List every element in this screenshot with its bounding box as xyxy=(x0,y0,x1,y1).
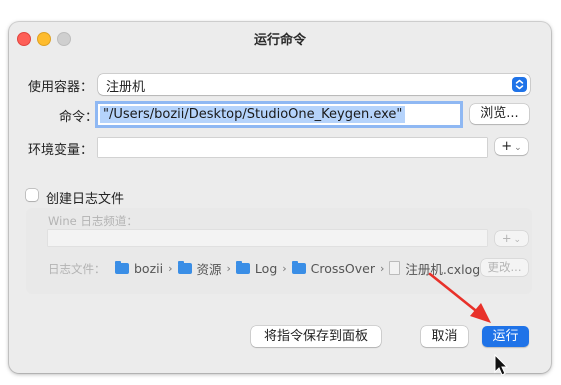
plus-icon: + xyxy=(501,231,512,245)
folder-icon xyxy=(291,260,306,274)
command-input[interactable]: "/Users/bozii/Desktop/StudioOne_Keygen.e… xyxy=(98,104,460,125)
path-segment[interactable]: Log xyxy=(235,260,277,276)
container-select[interactable]: 注册机 xyxy=(98,74,530,95)
chevron-down-icon: ⌄ xyxy=(513,235,522,245)
chevron-down-icon: ⌄ xyxy=(514,143,522,153)
channels-add-button[interactable]: + ⌄ xyxy=(495,231,528,246)
create-log-label: 创建日志文件 xyxy=(46,192,125,207)
create-log-checkbox[interactable] xyxy=(26,189,38,201)
path-segment[interactable]: 注册机.cxlog xyxy=(389,259,480,278)
log-file-label: 日志文件： xyxy=(48,262,106,276)
wine-channels-label: Wine 日志频道： xyxy=(48,214,138,228)
path-segment[interactable]: CrossOver xyxy=(291,260,375,276)
log-path: bozii › 资源 › Log › CrossOver › 注册机.cxlog xyxy=(115,259,480,277)
change-log-button[interactable]: 更改... xyxy=(481,259,528,276)
browse-button[interactable]: 浏览... xyxy=(470,104,529,124)
env-input[interactable] xyxy=(98,138,487,157)
container-label: 使用容器： xyxy=(28,80,94,95)
path-segment[interactable]: bozii xyxy=(115,260,163,276)
env-label: 环境变量： xyxy=(28,143,94,158)
container-select-value: 注册机 xyxy=(106,80,146,95)
chevron-right-icon: › xyxy=(380,261,385,275)
path-segment[interactable]: 资源 xyxy=(177,259,222,278)
dialog-title: 运行命令 xyxy=(253,33,306,48)
folder-icon xyxy=(115,260,129,274)
chevron-right-icon: › xyxy=(168,261,173,275)
title-bar: 运行命令 xyxy=(9,22,551,52)
env-add-button[interactable]: + ⌄ xyxy=(495,138,528,155)
chevron-updown-icon xyxy=(512,77,527,92)
save-command-button[interactable]: 将指令保存到面板 xyxy=(251,326,381,347)
file-icon xyxy=(389,261,401,275)
cancel-button[interactable]: 取消 xyxy=(421,326,468,347)
folder-icon xyxy=(235,260,250,274)
chevron-right-icon: › xyxy=(282,261,287,275)
chevron-right-icon: › xyxy=(226,261,231,275)
wine-channels-input[interactable] xyxy=(48,230,487,246)
command-label: 命令： xyxy=(59,110,99,125)
run-button[interactable]: 运行 xyxy=(482,326,529,347)
plus-icon: + xyxy=(501,139,513,154)
run-command-dialog: 运行命令 使用容器： 注册机 命令： "/Users/bozii/Desktop… xyxy=(9,22,551,373)
folder-icon xyxy=(177,260,192,274)
command-input-value: "/Users/bozii/Desktop/StudioOne_Keygen.e… xyxy=(100,106,406,123)
